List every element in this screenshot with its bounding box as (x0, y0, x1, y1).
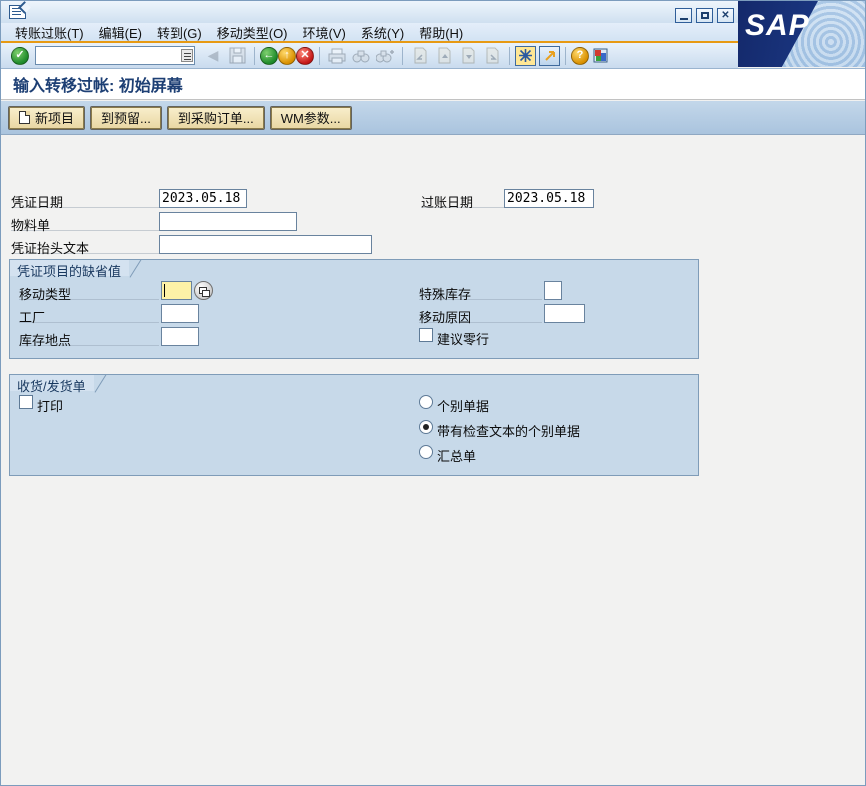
cancel-icon[interactable]: ✕ (296, 47, 314, 65)
screen-body: 凭证日期 过账日期 物料单 凭证抬头文本 凭证项目的缺省值 移动类型 特殊库存 … (1, 135, 866, 786)
toolbar-separator (509, 47, 510, 65)
last-page-icon[interactable] (481, 45, 503, 66)
special-stock-label: 特殊库存 (419, 284, 471, 303)
collective-slip-radio[interactable] (419, 445, 433, 459)
collective-slip-label: 汇总单 (437, 446, 476, 465)
new-session-icon[interactable] (515, 46, 536, 66)
command-field-wrap (35, 46, 195, 65)
next-page-icon[interactable] (457, 45, 479, 66)
close-button[interactable]: ✕ (717, 8, 734, 23)
enter-icon[interactable]: ✓ (11, 47, 29, 65)
movement-reason-field[interactable] (544, 304, 585, 323)
doc-header-text-field[interactable] (159, 235, 372, 254)
defaults-groupbox-title: 凭证项目的缺省值 (9, 259, 129, 276)
menu-system[interactable]: 系统(Y) (361, 23, 404, 42)
individual-slip-with-inspection-text-label: 带有检查文本的个别单据 (437, 421, 580, 440)
plant-field[interactable] (161, 304, 199, 323)
menu-edit[interactable]: 编辑(E) (99, 23, 142, 42)
customize-layout-icon[interactable] (590, 45, 612, 66)
to-reservation-button[interactable]: 到预留... (91, 107, 161, 129)
back-icon[interactable]: ← (260, 47, 278, 65)
individual-slip-with-inspection-text-radio[interactable] (419, 420, 433, 434)
menu-goto[interactable]: 转到(G) (157, 23, 202, 42)
storage-location-label: 库存地点 (19, 330, 71, 349)
maximize-icon (701, 12, 709, 19)
posting-date-label: 过账日期 (421, 192, 473, 211)
window-titlebar: ✕ (1, 1, 866, 23)
find-next-icon[interactable] (374, 45, 396, 66)
gr-gi-slip-groupbox-title-text: 收货/发货单 (17, 379, 86, 394)
defaults-groupbox-title-text: 凭证项目的缺省值 (17, 264, 121, 279)
toolbar-separator (319, 47, 320, 65)
toolbar-separator (254, 47, 255, 65)
to-purchase-order-label: 到采购订单... (178, 108, 254, 127)
gr-gi-slip-groupbox (9, 374, 699, 476)
menu-help[interactable]: 帮助(H) (419, 23, 463, 42)
sap-logo-text: SAP (745, 9, 810, 43)
to-purchase-order-button[interactable]: 到采购订单... (168, 107, 264, 129)
print-checkbox[interactable] (19, 395, 33, 409)
text-cursor (164, 284, 165, 297)
new-item-button[interactable]: 新项目 (9, 107, 84, 129)
previous-page-icon[interactable] (433, 45, 455, 66)
close-icon: ✕ (721, 11, 729, 21)
movement-type-field[interactable] (161, 281, 192, 300)
screen-title: 输入转移过帐: 初始屏幕 (1, 68, 866, 100)
menu-environment[interactable]: 环境(V) (303, 23, 346, 42)
movement-reason-label: 移动原因 (419, 307, 471, 326)
command-field[interactable] (35, 46, 195, 65)
exit-icon[interactable]: ↑ (278, 47, 296, 65)
movement-type-label: 移动类型 (19, 284, 71, 303)
suggest-zero-lines-checkbox[interactable] (419, 328, 433, 342)
menu-bar: 转账过账(T) 编辑(E) 转到(G) 移动类型(O) 环境(V) 系统(Y) … (1, 23, 738, 41)
wm-parameters-label: WM参数... (281, 108, 341, 127)
material-slip-label: 物料单 (11, 215, 50, 234)
save-icon[interactable] (226, 45, 248, 66)
movement-type-matchcode-icon[interactable] (194, 281, 213, 300)
individual-slip-label: 个别单据 (437, 396, 489, 415)
special-stock-field[interactable] (544, 281, 562, 300)
create-shortcut-icon[interactable] (539, 46, 560, 66)
sap-logo: SAP (738, 1, 866, 67)
toolbar-separator (402, 47, 403, 65)
document-date-label: 凭证日期 (11, 192, 63, 211)
individual-slip-radio[interactable] (419, 395, 433, 409)
application-toolbar: 新项目 到预留... 到采购订单... WM参数... (1, 101, 866, 135)
standard-toolbar: ✓ ◀ ← ↑ ✕ (1, 43, 738, 68)
plant-label: 工厂 (19, 307, 45, 326)
material-slip-field[interactable] (159, 212, 297, 231)
command-history-icon[interactable] (181, 49, 193, 62)
first-page-icon[interactable] (409, 45, 431, 66)
wm-parameters-button[interactable]: WM参数... (271, 107, 351, 129)
new-document-icon (19, 111, 30, 124)
storage-location-field[interactable] (161, 327, 199, 346)
toolbar-separator (565, 47, 566, 65)
menu-transfer-posting[interactable]: 转账过账(T) (15, 23, 84, 42)
back-arrow-icon[interactable]: ◀ (202, 45, 224, 66)
sap-gui-window: ✕ 转账过账(T) 编辑(E) 转到(G) 移动类型(O) 环境(V) 系统(Y… (0, 0, 866, 786)
print-icon[interactable] (326, 45, 348, 66)
window-controls: ✕ (675, 8, 734, 23)
document-date-field[interactable] (159, 189, 247, 208)
minimize-icon (680, 18, 688, 20)
print-label: 打印 (37, 396, 63, 415)
suggest-zero-lines-label: 建议零行 (437, 329, 489, 348)
screen-title-text: 输入转移过帐: 初始屏幕 (13, 72, 183, 96)
window-system-icon[interactable] (9, 5, 26, 19)
doc-header-text-label: 凭证抬头文本 (11, 238, 89, 257)
menu-movement-type[interactable]: 移动类型(O) (217, 23, 288, 42)
help-icon[interactable]: ? (571, 47, 589, 65)
to-reservation-label: 到预留... (101, 108, 151, 127)
posting-date-field[interactable] (504, 189, 594, 208)
gr-gi-slip-groupbox-title: 收货/发货单 (9, 374, 94, 391)
minimize-button[interactable] (675, 8, 692, 23)
maximize-button[interactable] (696, 8, 713, 23)
new-item-label: 新项目 (35, 108, 74, 127)
find-icon[interactable] (350, 45, 372, 66)
